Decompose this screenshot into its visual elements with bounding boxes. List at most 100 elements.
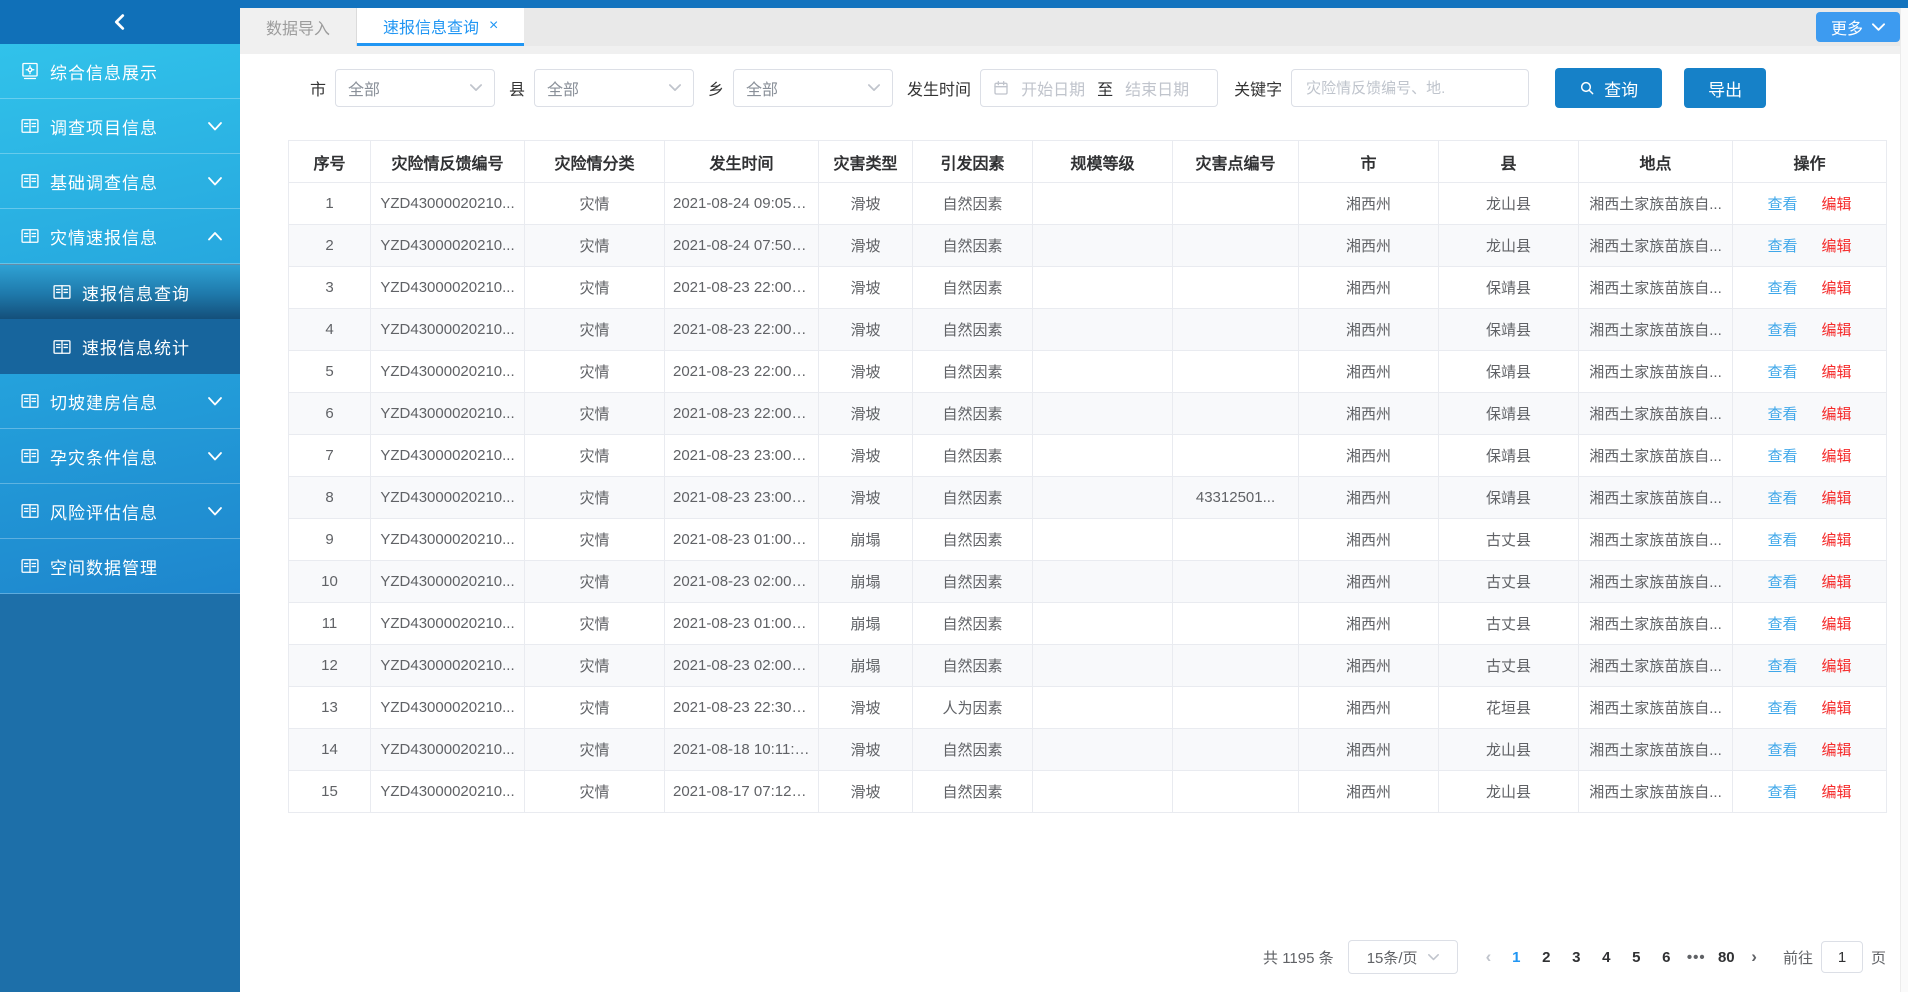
view-link[interactable]: 查看	[1767, 616, 1797, 633]
cell-scale	[1033, 225, 1173, 267]
cell-type: 崩塌	[819, 603, 913, 645]
cell-scale	[1033, 477, 1173, 519]
cell-factor: 自然因素	[913, 351, 1033, 393]
page-number-2[interactable]: 2	[1531, 949, 1561, 966]
cell-factor: 自然因素	[913, 183, 1033, 225]
view-link[interactable]: 查看	[1767, 658, 1797, 675]
cell-factor: 自然因素	[913, 477, 1033, 519]
column-header: 引发因素	[913, 141, 1033, 183]
cell-city: 湘西州	[1299, 687, 1439, 729]
cell-code: YZD43000020210...	[371, 771, 525, 813]
cell-county: 保靖县	[1439, 393, 1579, 435]
edit-link[interactable]: 编辑	[1822, 406, 1852, 423]
sidebar-collapse-button[interactable]	[0, 0, 240, 44]
page-number-5[interactable]: 5	[1621, 949, 1651, 966]
town-select[interactable]: 全部	[733, 69, 893, 107]
sidebar-item-entry[interactable]: 切坡建房信息	[0, 374, 240, 429]
table-row: 15YZD43000020210...灾情2021-08-17 07:12:00…	[289, 771, 1887, 813]
edit-link[interactable]: 编辑	[1822, 616, 1852, 633]
prev-page-button[interactable]: ‹	[1476, 947, 1502, 967]
view-link[interactable]: 查看	[1767, 364, 1797, 381]
edit-link[interactable]: 编辑	[1822, 658, 1852, 675]
sidebar-item-entry[interactable]: 调查项目信息	[0, 99, 240, 154]
date-range-picker[interactable]: 开始日期 至 结束日期	[980, 69, 1218, 107]
view-link[interactable]: 查看	[1767, 448, 1797, 465]
sidebar-item-entry[interactable]: 孕灾条件信息	[0, 429, 240, 484]
edit-link[interactable]: 编辑	[1822, 364, 1852, 381]
table-book-icon	[20, 116, 40, 136]
page-size-select[interactable]: 15条/页	[1348, 940, 1458, 974]
city-select[interactable]: 全部	[335, 69, 495, 107]
filter-bar: 市 全部 县 全部 乡 全部	[310, 68, 1886, 108]
cell-scale	[1033, 603, 1173, 645]
view-link[interactable]: 查看	[1767, 196, 1797, 213]
edit-link[interactable]: 编辑	[1822, 532, 1852, 549]
sidebar-item-entry[interactable]: 综合信息展示	[0, 44, 240, 99]
page-number-3[interactable]: 3	[1561, 949, 1591, 966]
sidebar-subitem-entry[interactable]: 速报信息统计	[0, 319, 240, 374]
tab-data-import[interactable]: 数据导入	[240, 8, 357, 46]
view-link[interactable]: 查看	[1767, 742, 1797, 759]
end-date-placeholder[interactable]: 结束日期	[1125, 76, 1189, 100]
cell-time: 2021-08-17 07:12:00	[665, 771, 819, 813]
cell-county: 古丈县	[1439, 519, 1579, 561]
sidebar-subitem-active[interactable]: 速报信息查询	[0, 264, 240, 319]
view-link[interactable]: 查看	[1767, 574, 1797, 591]
cell-county: 保靖县	[1439, 477, 1579, 519]
start-date-placeholder[interactable]: 开始日期	[1021, 76, 1085, 100]
page-number-6[interactable]: 6	[1651, 949, 1681, 966]
view-link[interactable]: 查看	[1767, 322, 1797, 339]
edit-link[interactable]: 编辑	[1822, 280, 1852, 297]
cell-scale	[1033, 351, 1173, 393]
page-number-80[interactable]: 80	[1711, 949, 1741, 966]
sidebar-item-label: 空间数据管理	[50, 554, 222, 579]
view-link[interactable]: 查看	[1767, 700, 1797, 717]
view-link[interactable]: 查看	[1767, 280, 1797, 297]
cell-actions: 查看 编辑	[1733, 351, 1887, 393]
cell-type: 滑坡	[819, 225, 913, 267]
cell-code: YZD43000020210...	[371, 225, 525, 267]
sidebar-item-entry[interactable]: 风险评估信息	[0, 484, 240, 539]
view-link[interactable]: 查看	[1767, 490, 1797, 507]
cell-type: 滑坡	[819, 477, 913, 519]
edit-link[interactable]: 编辑	[1822, 448, 1852, 465]
sidebar-item-entry[interactable]: 空间数据管理	[0, 539, 240, 594]
edit-link[interactable]: 编辑	[1822, 574, 1852, 591]
page-number-4[interactable]: 4	[1591, 949, 1621, 966]
edit-link[interactable]: 编辑	[1822, 490, 1852, 507]
edit-link[interactable]: 编辑	[1822, 238, 1852, 255]
edit-link[interactable]: 编辑	[1822, 742, 1852, 759]
page-number-1[interactable]: 1	[1501, 949, 1531, 966]
tab-report-info-query[interactable]: 速报信息查询 ×	[357, 8, 524, 46]
edit-link[interactable]: 编辑	[1822, 700, 1852, 717]
close-icon[interactable]: ×	[489, 18, 498, 34]
sidebar-item-label: 综合信息展示	[50, 59, 222, 84]
app-window: 综合信息展示调查项目信息基础调查信息灾情速报信息速报信息查询速报信息统计切坡建房…	[0, 0, 1908, 992]
search-button[interactable]: 查询	[1555, 68, 1662, 108]
sidebar-item-entry[interactable]: 基础调查信息	[0, 154, 240, 209]
next-page-button[interactable]: ›	[1741, 947, 1767, 967]
cell-county: 龙山县	[1439, 225, 1579, 267]
cell-category: 灾情	[525, 183, 665, 225]
view-link[interactable]: 查看	[1767, 784, 1797, 801]
view-link[interactable]: 查看	[1767, 406, 1797, 423]
cell-city: 湘西州	[1299, 225, 1439, 267]
keyword-input[interactable]	[1291, 69, 1529, 107]
goto-page-input[interactable]	[1821, 941, 1863, 973]
county-select[interactable]: 全部	[534, 69, 694, 107]
edit-link[interactable]: 编辑	[1822, 196, 1852, 213]
export-button[interactable]: 导出	[1684, 68, 1766, 108]
edit-link[interactable]: 编辑	[1822, 322, 1852, 339]
cell-actions: 查看 编辑	[1733, 603, 1887, 645]
edit-link[interactable]: 编辑	[1822, 784, 1852, 801]
cell-time: 2021-08-23 02:00:00	[665, 561, 819, 603]
more-button[interactable]: 更多	[1816, 12, 1900, 42]
cell-county: 保靖县	[1439, 435, 1579, 477]
sidebar-item-label: 调查项目信息	[50, 114, 208, 139]
sidebar-item-entry[interactable]: 灾情速报信息	[0, 209, 240, 264]
cell-location: 湘西土家族苗族自...	[1579, 393, 1733, 435]
tab-label: 速报信息查询	[383, 14, 479, 38]
view-link[interactable]: 查看	[1767, 532, 1797, 549]
view-link[interactable]: 查看	[1767, 238, 1797, 255]
sidebar-item-label: 基础调查信息	[50, 169, 208, 194]
